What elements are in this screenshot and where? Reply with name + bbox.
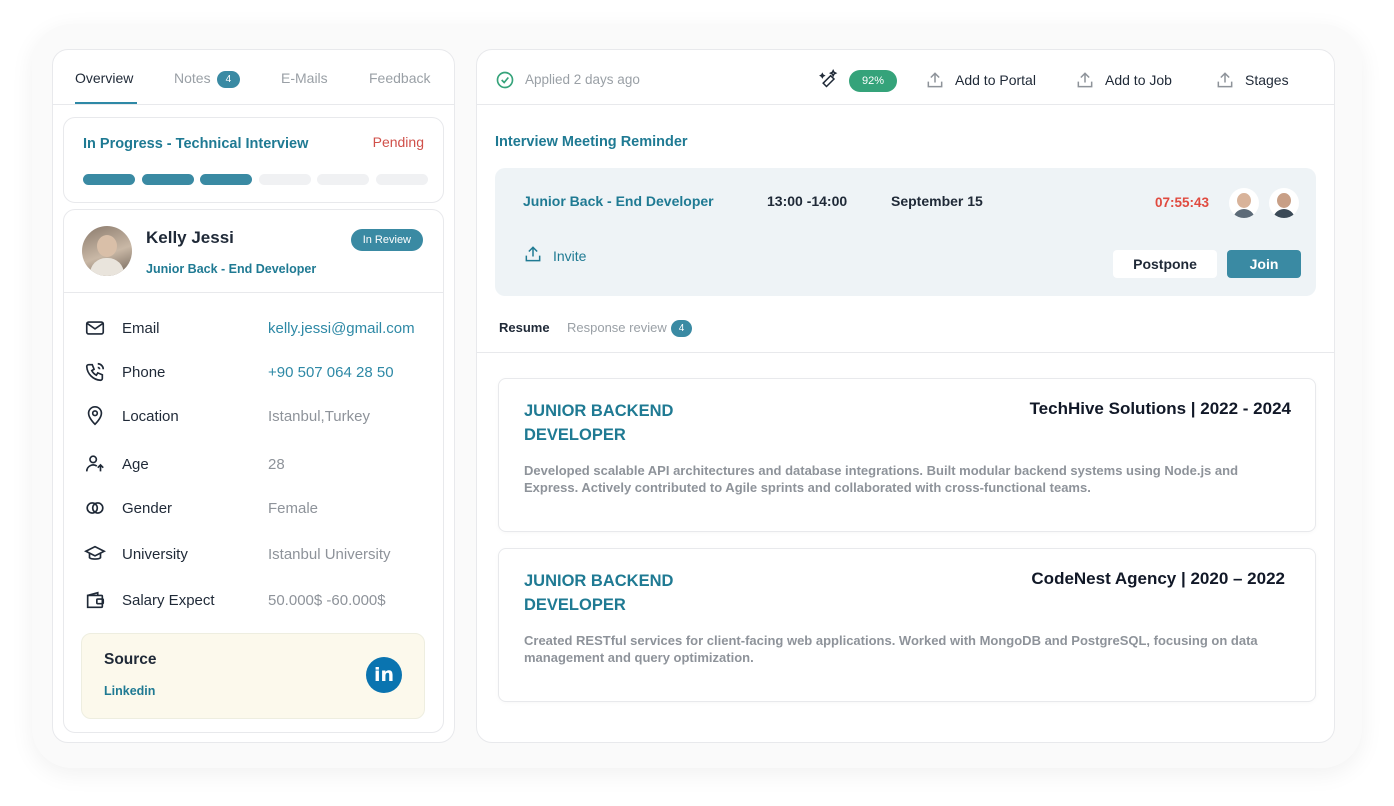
tab-notes-label: Notes [174,70,211,86]
experience-title: JUNIOR BACKEND DEVELOPER [524,402,674,444]
application-toolbar: Applied 2 days ago 92% Add to Portal Add… [477,50,1334,105]
check-circle-icon [496,71,514,89]
info-value: 50.000$ -60.000$ [268,592,386,609]
progress-segment [317,174,369,185]
tab-resume[interactable]: Resume [499,320,550,335]
status-badge: In Review [350,229,423,251]
participant-avatar [1269,188,1299,218]
source-card: Source Linkedin in [81,633,425,719]
experience-company: CodeNest Agency | 2020 – 2022 [1031,569,1285,588]
stages-button[interactable]: Stages [1245,72,1289,88]
linkedin-icon[interactable]: in [366,657,402,693]
info-row-email: Email kelly.jessi@gmail.com [64,317,443,341]
email-link[interactable]: kelly.jessi@gmail.com [268,320,415,337]
active-tab-indicator [75,102,137,104]
applied-time: Applied 2 days ago [525,72,640,87]
progress-segment [375,174,428,185]
gender-icon [86,502,104,514]
profile-card: Kelly Jessi Junior Back - End Developer … [63,209,444,733]
join-button[interactable]: Join [1227,250,1301,278]
application-panel: Applied 2 days ago 92% Add to Portal Add… [476,49,1335,743]
upload-icon [927,72,943,88]
candidate-role: Junior Back - End Developer [146,262,317,276]
tab-emails[interactable]: E-Mails [281,70,328,86]
progress-segment [141,174,194,185]
info-value: Istanbul University [268,546,391,563]
info-row-gender: Gender Female [64,497,443,521]
source-title: Source [104,651,157,668]
progress-segment [83,174,135,185]
mail-icon [85,321,105,335]
phone-icon [85,362,105,382]
tab-response-review[interactable]: Response review 4 [567,320,693,338]
tab-notes[interactable]: Notes 4 [174,70,241,88]
info-label: Salary Expect [122,592,215,609]
sparkle-icon[interactable] [819,69,839,89]
info-value: 28 [268,456,285,473]
postpone-button[interactable]: Postpone [1113,250,1217,278]
info-row-salary: Salary Expect 50.000$ -60.000$ [64,589,443,613]
add-to-job-button[interactable]: Add to Job [1105,72,1172,88]
location-icon [87,406,103,426]
progress-segment [258,174,311,185]
info-row-age: Age 28 [64,453,443,477]
progress-segment [200,174,252,185]
notes-count-badge: 4 [216,70,241,88]
avatar [82,226,132,276]
phone-link[interactable]: +90 507 064 28 50 [268,364,394,381]
candidate-name: Kelly Jessi [146,228,234,247]
stage-title: In Progress - Technical Interview [83,136,309,152]
participant-avatar [1229,188,1259,218]
info-label: Email [122,320,160,337]
experience-company: TechHive Solutions | 2022 - 2024 [1029,399,1291,418]
response-count-badge: 4 [670,320,693,338]
info-label: Phone [122,364,166,381]
add-to-portal-button[interactable]: Add to Portal [955,72,1036,88]
wallet-icon [86,591,105,609]
share-icon [525,246,541,262]
info-value: Istanbul,Turkey [268,408,370,425]
info-row-phone: Phone +90 507 064 28 50 [64,361,443,385]
resume-tabs: Resume Response review 4 [477,308,1334,353]
stage-progress-card: In Progress - Technical Interview Pendin… [63,117,444,203]
match-score-badge: 92% [849,70,898,92]
stage-status: Pending [372,134,424,150]
meeting-reminder-card: Junior Back - End Developer 13:00 -14:00… [495,168,1316,296]
tab-overview[interactable]: Overview [75,70,133,86]
candidate-panel: Overview Notes 4 E-Mails Feedback In Prog… [52,49,455,743]
meeting-time: 13:00 -14:00 [767,193,848,209]
experience-title: JUNIOR BACKEND DEVELOPER [524,572,674,614]
meeting-role: Junior Back - End Developer [523,193,714,209]
info-value: Female [268,500,319,517]
info-label: Location [122,408,179,425]
graduation-cap-icon [84,545,106,560]
meeting-section-title: Interview Meeting Reminder [495,134,688,150]
upload-icon [1217,72,1233,88]
info-label: University [122,546,188,563]
tab-response-review-label: Response review [567,320,667,335]
upload-icon [1077,72,1093,88]
experience-description: Developed scalable API architectures and… [524,463,1239,495]
info-label: Age [122,456,149,473]
experience-card: JUNIOR BACKEND DEVELOPER CodeNest Agency… [498,548,1316,702]
meeting-countdown: 07:55:43 [1155,195,1210,210]
meeting-date: September 15 [891,193,983,209]
info-label: Gender [122,500,173,517]
tab-feedback[interactable]: Feedback [369,70,430,86]
divider [64,292,443,293]
experience-description: Created RESTful services for client-faci… [524,633,1258,665]
experience-card: JUNIOR BACKEND DEVELOPER TechHive Soluti… [498,378,1316,532]
candidate-tabs: Overview Notes 4 E-Mails Feedback [53,50,454,105]
invite-button[interactable]: Invite [553,248,586,264]
info-row-location: Location Istanbul,Turkey [64,405,443,429]
source-value: Linkedin [104,684,156,698]
age-icon [85,455,104,472]
info-row-university: University Istanbul University [64,543,443,567]
